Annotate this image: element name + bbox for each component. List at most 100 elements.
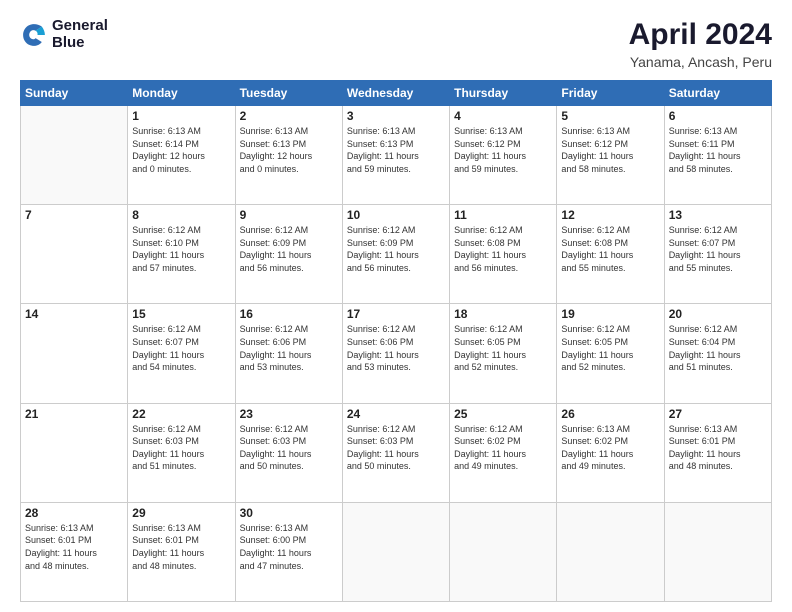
logo-line2: Blue (52, 35, 108, 52)
title-area: April 2024 Yanama, Ancash, Peru (629, 18, 772, 70)
day-number: 3 (347, 109, 445, 123)
day-cell: 22 Sunrise: 6:12 AMSunset: 6:03 PMDayligh… (128, 403, 235, 502)
day-number: 28 (25, 506, 123, 520)
col-header-monday: Monday (128, 81, 235, 106)
day-cell: 20 Sunrise: 6:12 AMSunset: 6:04 PMDayligh… (664, 304, 771, 403)
day-cell: 24 Sunrise: 6:12 AMSunset: 6:03 PMDayligh… (342, 403, 449, 502)
day-number: 16 (240, 307, 338, 321)
day-cell: 14 (21, 304, 128, 403)
header-row: SundayMondayTuesdayWednesdayThursdayFrid… (21, 81, 772, 106)
day-number: 26 (561, 407, 659, 421)
day-info: Sunrise: 6:12 AMSunset: 6:03 PMDaylight:… (240, 423, 338, 473)
day-info: Sunrise: 6:13 AMSunset: 6:01 PMDaylight:… (25, 522, 123, 572)
day-info: Sunrise: 6:13 AMSunset: 6:13 PMDaylight:… (240, 125, 338, 175)
calendar-table: SundayMondayTuesdayWednesdayThursdayFrid… (20, 80, 772, 602)
calendar-header: SundayMondayTuesdayWednesdayThursdayFrid… (21, 81, 772, 106)
day-cell (342, 502, 449, 601)
day-info: Sunrise: 6:12 AMSunset: 6:07 PMDaylight:… (669, 224, 767, 274)
calendar-title: April 2024 (629, 18, 772, 52)
logo-text: General Blue (52, 18, 108, 51)
day-cell: 21 (21, 403, 128, 502)
day-cell: 2 Sunrise: 6:13 AMSunset: 6:13 PMDaylight… (235, 106, 342, 205)
day-info: Sunrise: 6:13 AMSunset: 6:11 PMDaylight:… (669, 125, 767, 175)
day-number: 29 (132, 506, 230, 520)
day-number: 14 (25, 307, 123, 321)
day-number: 24 (347, 407, 445, 421)
day-info: Sunrise: 6:12 AMSunset: 6:08 PMDaylight:… (561, 224, 659, 274)
day-number: 17 (347, 307, 445, 321)
day-number: 10 (347, 208, 445, 222)
day-cell: 19 Sunrise: 6:12 AMSunset: 6:05 PMDayligh… (557, 304, 664, 403)
week-row-4: 21 22 Sunrise: 6:12 AMSunset: 6:03 PMDayli… (21, 403, 772, 502)
day-cell: 1Sunrise: 6:13 AMSunset: 6:14 PMDaylight… (128, 106, 235, 205)
day-number: 25 (454, 407, 552, 421)
col-header-friday: Friday (557, 81, 664, 106)
day-info: Sunrise: 6:12 AMSunset: 6:05 PMDaylight:… (561, 323, 659, 373)
logo: General Blue (20, 18, 108, 51)
day-number: 22 (132, 407, 230, 421)
calendar-subtitle: Yanama, Ancash, Peru (629, 54, 772, 70)
day-info: Sunrise: 6:12 AMSunset: 6:09 PMDaylight:… (347, 224, 445, 274)
week-row-1: 1Sunrise: 6:13 AMSunset: 6:14 PMDaylight… (21, 106, 772, 205)
day-number: 12 (561, 208, 659, 222)
day-info: Sunrise: 6:13 AMSunset: 6:01 PMDaylight:… (132, 522, 230, 572)
header: General Blue April 2024 Yanama, Ancash, … (20, 18, 772, 70)
day-number: 30 (240, 506, 338, 520)
week-row-3: 14 15Sunrise: 6:12 AMSunset: 6:07 PMDayli… (21, 304, 772, 403)
day-number: 20 (669, 307, 767, 321)
logo-icon (20, 21, 48, 49)
day-info: Sunrise: 6:13 AMSunset: 6:13 PMDaylight:… (347, 125, 445, 175)
day-info: Sunrise: 6:12 AMSunset: 6:04 PMDaylight:… (669, 323, 767, 373)
day-info: Sunrise: 6:13 AMSunset: 6:02 PMDaylight:… (561, 423, 659, 473)
col-header-wednesday: Wednesday (342, 81, 449, 106)
day-cell: 23 Sunrise: 6:12 AMSunset: 6:03 PMDayligh… (235, 403, 342, 502)
col-header-thursday: Thursday (450, 81, 557, 106)
day-number: 13 (669, 208, 767, 222)
day-number: 1 (132, 109, 230, 123)
day-number: 18 (454, 307, 552, 321)
day-cell: 26 Sunrise: 6:13 AMSunset: 6:02 PMDayligh… (557, 403, 664, 502)
day-number: 2 (240, 109, 338, 123)
day-info: Sunrise: 6:12 AMSunset: 6:03 PMDaylight:… (132, 423, 230, 473)
logo-line1: General (52, 18, 108, 35)
day-cell (664, 502, 771, 601)
page: General Blue April 2024 Yanama, Ancash, … (0, 0, 792, 612)
day-number: 7 (25, 208, 123, 222)
day-info: Sunrise: 6:12 AMSunset: 6:08 PMDaylight:… (454, 224, 552, 274)
day-cell: 28 Sunrise: 6:13 AMSunset: 6:01 PMDayligh… (21, 502, 128, 601)
day-info: Sunrise: 6:12 AMSunset: 6:10 PMDaylight:… (132, 224, 230, 274)
day-number: 5 (561, 109, 659, 123)
day-cell: 25 Sunrise: 6:12 AMSunset: 6:02 PMDayligh… (450, 403, 557, 502)
day-number: 23 (240, 407, 338, 421)
day-cell: 3 Sunrise: 6:13 AMSunset: 6:13 PMDaylight… (342, 106, 449, 205)
day-info: Sunrise: 6:13 AMSunset: 6:12 PMDaylight:… (454, 125, 552, 175)
day-cell: 15Sunrise: 6:12 AMSunset: 6:07 PMDayligh… (128, 304, 235, 403)
day-info: Sunrise: 6:12 AMSunset: 6:06 PMDaylight:… (240, 323, 338, 373)
day-number: 19 (561, 307, 659, 321)
day-cell: 29 Sunrise: 6:13 AMSunset: 6:01 PMDayligh… (128, 502, 235, 601)
day-info: Sunrise: 6:12 AMSunset: 6:06 PMDaylight:… (347, 323, 445, 373)
calendar-body: 1Sunrise: 6:13 AMSunset: 6:14 PMDaylight… (21, 106, 772, 602)
week-row-5: 28 Sunrise: 6:13 AMSunset: 6:01 PMDayligh… (21, 502, 772, 601)
day-cell: 27Sunrise: 6:13 AMSunset: 6:01 PMDayligh… (664, 403, 771, 502)
day-cell: 11 Sunrise: 6:12 AMSunset: 6:08 PMDayligh… (450, 205, 557, 304)
day-cell: 4Sunrise: 6:13 AMSunset: 6:12 PMDaylight… (450, 106, 557, 205)
day-cell: 17 Sunrise: 6:12 AMSunset: 6:06 PMDayligh… (342, 304, 449, 403)
day-cell: 16 Sunrise: 6:12 AMSunset: 6:06 PMDayligh… (235, 304, 342, 403)
day-cell (450, 502, 557, 601)
day-number: 27 (669, 407, 767, 421)
col-header-sunday: Sunday (21, 81, 128, 106)
week-row-2: 78 Sunrise: 6:12 AMSunset: 6:10 PMDayligh… (21, 205, 772, 304)
day-cell: 18Sunrise: 6:12 AMSunset: 6:05 PMDayligh… (450, 304, 557, 403)
day-number: 8 (132, 208, 230, 222)
day-number: 9 (240, 208, 338, 222)
day-number: 11 (454, 208, 552, 222)
day-info: Sunrise: 6:12 AMSunset: 6:07 PMDaylight:… (132, 323, 230, 373)
day-info: Sunrise: 6:13 AMSunset: 6:00 PMDaylight:… (240, 522, 338, 572)
day-cell (21, 106, 128, 205)
day-info: Sunrise: 6:12 AMSunset: 6:03 PMDaylight:… (347, 423, 445, 473)
day-cell: 30 Sunrise: 6:13 AMSunset: 6:00 PMDayligh… (235, 502, 342, 601)
day-cell: 12 Sunrise: 6:12 AMSunset: 6:08 PMDayligh… (557, 205, 664, 304)
col-header-saturday: Saturday (664, 81, 771, 106)
day-info: Sunrise: 6:12 AMSunset: 6:02 PMDaylight:… (454, 423, 552, 473)
